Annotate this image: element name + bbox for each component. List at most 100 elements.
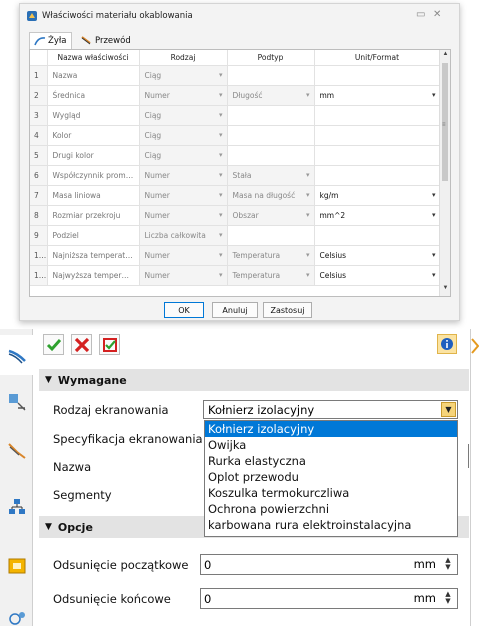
header-index xyxy=(30,50,47,65)
type-select[interactable]: Numer xyxy=(139,205,227,225)
collapse-icon: ▼ xyxy=(45,522,52,532)
dropdown-option[interactable]: Oplot przewodu xyxy=(205,469,457,485)
dropdown-option[interactable]: Koszulka termokurczliwa xyxy=(205,485,457,501)
table-row[interactable]: 6 Współczynnik promi... Numer Stała xyxy=(30,165,440,185)
subtype-cell xyxy=(227,105,314,125)
network-tool-icon[interactable] xyxy=(7,497,27,517)
material-properties-dialog: Właściwości materiału okablowania ▭ ✕ Ży… xyxy=(19,3,460,321)
subtype-select[interactable]: Długość xyxy=(227,85,314,105)
apply-panel-button[interactable] xyxy=(99,334,120,355)
confirm-button[interactable] xyxy=(43,334,64,355)
box-tool-icon[interactable] xyxy=(7,555,27,575)
table-row[interactable]: 8 Rozmiar przekroju Numer Obszar mm^2 xyxy=(30,205,440,225)
dropdown-option[interactable]: Owijka xyxy=(205,437,457,453)
properties-table: Nazwa właściwości Rodzaj Podtyp Unit/For… xyxy=(30,50,441,286)
tab-wire[interactable]: Żyła xyxy=(29,32,72,49)
property-name: Współczynnik promi... xyxy=(47,165,139,185)
row-index: 8 xyxy=(30,205,47,225)
wire-tool-icon[interactable] xyxy=(7,345,27,365)
unit-cell xyxy=(314,165,440,185)
table-row[interactable]: 10 Najniższa temperatura Numer Temperatu… xyxy=(30,245,440,265)
dropdown-option[interactable]: karbowana rura elektroinstalacyjna xyxy=(205,517,457,533)
shield-type-select[interactable]: Kołnierz izolacyjny ▼ xyxy=(203,400,458,419)
subtype-select[interactable]: Stała xyxy=(227,165,314,185)
table-row[interactable]: 11 Najwyższa temperat... Numer Temperatu… xyxy=(30,265,440,285)
header-type: Rodzaj xyxy=(139,50,227,65)
start-offset-input[interactable]: 0 mm ▲▼ xyxy=(200,554,458,575)
subtype-select[interactable]: Obszar xyxy=(227,205,314,225)
side-panel-icon xyxy=(471,337,479,355)
spinner-icon[interactable]: ▲▼ xyxy=(442,557,454,572)
table-row[interactable]: 7 Masa liniowa Numer Masa na długość kg/… xyxy=(30,185,440,205)
collapse-icon: ▼ xyxy=(45,375,52,385)
dropdown-option[interactable]: Kołnierz izolacyjny xyxy=(205,421,457,437)
shielding-panel: ▼ Wymagane Rodzaj ekranowania Kołnierz i… xyxy=(0,329,479,626)
scroll-down-icon[interactable]: ▼ xyxy=(440,285,451,295)
end-offset-input[interactable]: 0 mm ▲▼ xyxy=(200,588,458,609)
type-select[interactable]: Liczba całkowita xyxy=(139,225,227,245)
property-name: Kolor xyxy=(47,125,139,145)
property-name: Średnica xyxy=(47,85,139,105)
component-tool-icon[interactable] xyxy=(7,392,27,412)
table-row[interactable]: 9 Podziel Liczba całkowita xyxy=(30,225,440,245)
property-name: Drugi kolor xyxy=(47,145,139,165)
header-property-name: Nazwa właściwości xyxy=(47,50,139,65)
table-row[interactable]: 5 Drugi kolor Ciąg xyxy=(30,145,440,165)
end-offset-label: Odsunięcie końcowe xyxy=(53,592,171,606)
section-required-header[interactable]: ▼ Wymagane xyxy=(39,369,469,391)
right-side-tab[interactable] xyxy=(470,329,479,626)
unit-cell xyxy=(314,105,440,125)
subtype-select[interactable]: Temperatura xyxy=(227,265,314,285)
subtype-select[interactable]: Temperatura xyxy=(227,245,314,265)
type-select[interactable]: Ciąg xyxy=(139,65,227,85)
subtype-select[interactable]: Masa na długość xyxy=(227,185,314,205)
dropdown-option[interactable]: Rurka elastyczna xyxy=(205,453,457,469)
type-select[interactable]: Numer xyxy=(139,165,227,185)
chevron-down-icon[interactable]: ▼ xyxy=(441,402,456,417)
type-select[interactable]: Ciąg xyxy=(139,105,227,125)
end-offset-value: 0 xyxy=(204,592,211,606)
dropdown-option[interactable]: Ochrona powierzchni xyxy=(205,501,457,517)
close-icon[interactable]: ✕ xyxy=(433,9,441,20)
info-button[interactable] xyxy=(437,334,457,354)
table-row[interactable]: 2 Średnica Numer Długość mm xyxy=(30,85,440,105)
type-select[interactable]: Numer xyxy=(139,185,227,205)
extra-tool-icon[interactable] xyxy=(7,607,27,627)
type-select[interactable]: Ciąg xyxy=(139,145,227,165)
table-row[interactable]: 3 Wygląd Ciąg xyxy=(30,105,440,125)
unit-select[interactable]: Celsius xyxy=(314,245,440,265)
ok-button[interactable]: OK xyxy=(164,302,204,318)
scroll-up-icon[interactable]: ▲ xyxy=(440,51,451,61)
info-icon xyxy=(440,337,454,351)
row-index: 11 xyxy=(30,265,47,285)
spinner-icon[interactable]: ▲▼ xyxy=(442,591,454,606)
unit-select[interactable]: kg/m xyxy=(314,185,440,205)
unit-select[interactable]: mm xyxy=(314,85,440,105)
cable-icon xyxy=(81,35,93,45)
unit-select[interactable]: Celsius xyxy=(314,265,440,285)
cancel-button[interactable]: Anuluj xyxy=(212,302,258,318)
type-select[interactable]: Numer xyxy=(139,245,227,265)
unit-select[interactable]: mm^2 xyxy=(314,205,440,225)
row-index: 1 xyxy=(30,65,47,85)
cancel-panel-button[interactable] xyxy=(71,334,92,355)
apply-button[interactable]: Zastosuj xyxy=(263,302,312,318)
shield-type-label: Rodzaj ekranowania xyxy=(53,403,169,417)
header-subtype: Podtyp xyxy=(227,50,314,65)
tab-cable[interactable]: Przewód xyxy=(77,32,137,49)
section-required-title: Wymagane xyxy=(58,374,127,387)
shield-spec-label: Specyfikacja ekranowania xyxy=(53,432,203,446)
restore-icon[interactable]: ▭ xyxy=(416,9,425,20)
row-index: 9 xyxy=(30,225,47,245)
grid-scrollbar[interactable]: ▲ ≡ ▼ xyxy=(439,50,450,296)
shield-type-value: Kołnierz izolacyjny xyxy=(208,403,314,417)
table-row[interactable]: 4 Kolor Ciąg xyxy=(30,125,440,145)
cable-tool-icon[interactable] xyxy=(7,441,27,461)
unit-cell xyxy=(314,65,440,85)
table-row[interactable]: 1 Nazwa Ciąg xyxy=(30,65,440,85)
property-name: Masa liniowa xyxy=(47,185,139,205)
type-select[interactable]: Numer xyxy=(139,85,227,105)
type-select[interactable]: Ciąg xyxy=(139,125,227,145)
type-select[interactable]: Numer xyxy=(139,265,227,285)
start-offset-label: Odsunięcie początkowe xyxy=(53,558,188,572)
